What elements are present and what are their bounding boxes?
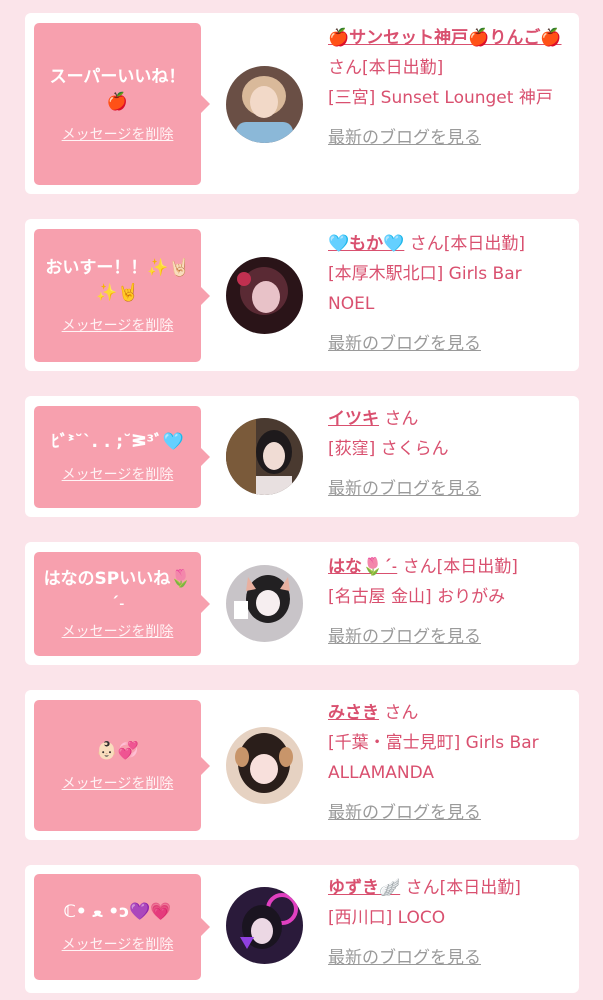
avatar[interactable] <box>226 565 303 642</box>
latest-blog-link[interactable]: 最新のブログを見る <box>328 474 481 504</box>
message-card: 👶🏻💞 メッセージを削除 みさき さん [千葉・富士見町] Girls Bar … <box>25 690 579 840</box>
avatar[interactable] <box>226 257 303 334</box>
shop-name: [西川口] LOCO <box>328 908 446 928</box>
cast-info: 🍎サンセット神戸🍎りんご🍎 さん[本日出勤] [三宮] Sunset Loung… <box>328 23 568 153</box>
delete-message-link[interactable]: メッセージを削除 <box>62 124 174 144</box>
avatar[interactable] <box>226 887 303 964</box>
cast-suffix: さん[本日出勤] <box>402 557 518 577</box>
delete-message-link[interactable]: メッセージを削除 <box>62 315 174 335</box>
cast-name-link[interactable]: 🍎サンセット神戸🍎りんご🍎 <box>328 28 562 48</box>
message-bubble: スーパーいいね！🍎 メッセージを削除 <box>34 23 210 185</box>
message-bubble: 👶🏻💞 メッセージを削除 <box>34 700 210 831</box>
message-card: はなのSPいいね🌷ˊ˗ メッセージを削除 はな🌷ˊ˗ さん[本日出勤] [名古屋… <box>25 542 579 665</box>
cast-name-link[interactable]: ゆずき🪽 <box>328 878 400 898</box>
message-bubble: おいすー！！✨🤘🏻✨🤘 メッセージを削除 <box>34 229 210 362</box>
avatar[interactable] <box>226 66 303 143</box>
message-text: ℂ• ﻌ •ɔ💜💗 <box>63 902 172 922</box>
delete-message-link[interactable]: メッセージを削除 <box>62 773 174 793</box>
delete-message-link[interactable]: メッセージを削除 <box>62 621 174 641</box>
avatar[interactable] <box>226 727 303 804</box>
shop-name: [千葉・富士見町] Girls Bar ALLAMANDA <box>328 733 539 783</box>
message-card: ﾋﾞᕑ˘`. . ;˘ᕒ³ﾞ🩵 メッセージを削除 イツキ さん [荻窪] さくら… <box>25 396 579 517</box>
shop-name: [名古屋 金山] おりがみ <box>328 587 506 607</box>
message-bubble: はなのSPいいね🌷ˊ˗ メッセージを削除 <box>34 552 210 656</box>
message-card: スーパーいいね！🍎 メッセージを削除 🍎サンセット神戸🍎りんご🍎 さん[本日出勤… <box>25 13 579 194</box>
message-bubble: ﾋﾞᕑ˘`. . ;˘ᕒ³ﾞ🩵 メッセージを削除 <box>34 406 210 508</box>
message-card: おいすー！！✨🤘🏻✨🤘 メッセージを削除 🩵もか🩵 さん[本日出勤] [本厚木駅… <box>25 219 579 371</box>
cast-suffix: さん[本日出勤] <box>405 878 521 898</box>
message-text: おいすー！！✨🤘🏻✨🤘 <box>45 258 190 303</box>
delete-message-link[interactable]: メッセージを削除 <box>62 464 174 484</box>
cast-info: みさき さん [千葉・富士見町] Girls Bar ALLAMANDA 最新の… <box>328 698 568 828</box>
message-list: スーパーいいね！🍎 メッセージを削除 🍎サンセット神戸🍎りんご🍎 さん[本日出勤… <box>0 0 603 1000</box>
shop-name: [本厚木駅北口] Girls Bar NOEL <box>328 264 522 314</box>
message-text: 👶🏻💞 <box>96 740 139 761</box>
message-bubble: ℂ• ﻌ •ɔ💜💗 メッセージを削除 <box>34 874 210 980</box>
shop-name: [三宮] Sunset Lounget 神戸 <box>328 88 553 108</box>
cast-suffix: さん <box>384 703 419 723</box>
message-text: スーパーいいね！🍎 <box>49 66 186 112</box>
latest-blog-link[interactable]: 最新のブログを見る <box>328 123 481 153</box>
cast-name-link[interactable]: 🩵もか🩵 <box>328 234 404 254</box>
shop-name: [荻窪] さくらん <box>328 439 449 459</box>
latest-blog-link[interactable]: 最新のブログを見る <box>328 798 481 828</box>
cast-suffix: さん <box>384 409 419 429</box>
cast-name-link[interactable]: はな🌷ˊ˗ <box>328 557 397 577</box>
cast-info: 🩵もか🩵 さん[本日出勤] [本厚木駅北口] Girls Bar NOEL 最新… <box>328 229 568 359</box>
avatar[interactable] <box>226 418 303 495</box>
cast-info: イツキ さん [荻窪] さくらん 最新のブログを見る <box>328 404 568 504</box>
cast-suffix: さん[本日出勤] <box>409 234 526 254</box>
message-text: ﾋﾞᕑ˘`. . ;˘ᕒ³ﾞ🩵 <box>51 432 184 452</box>
latest-blog-link[interactable]: 最新のブログを見る <box>328 329 481 359</box>
cast-name-link[interactable]: イツキ <box>328 409 379 429</box>
latest-blog-link[interactable]: 最新のブログを見る <box>328 943 481 973</box>
message-card: ℂ• ﻌ •ɔ💜💗 メッセージを削除 ゆずき🪽 さん[本日出勤] [西川口] L… <box>25 865 579 993</box>
delete-message-link[interactable]: メッセージを削除 <box>62 934 174 954</box>
message-text: はなのSPいいね🌷ˊ˗ <box>43 569 192 614</box>
cast-name-link[interactable]: みさき <box>328 703 379 723</box>
latest-blog-link[interactable]: 最新のブログを見る <box>328 622 481 652</box>
cast-info: はな🌷ˊ˗ さん[本日出勤] [名古屋 金山] おりがみ 最新のブログを見る <box>328 552 568 652</box>
cast-info: ゆずき🪽 さん[本日出勤] [西川口] LOCO 最新のブログを見る <box>328 873 568 973</box>
cast-suffix: さん[本日出勤] <box>328 58 444 78</box>
